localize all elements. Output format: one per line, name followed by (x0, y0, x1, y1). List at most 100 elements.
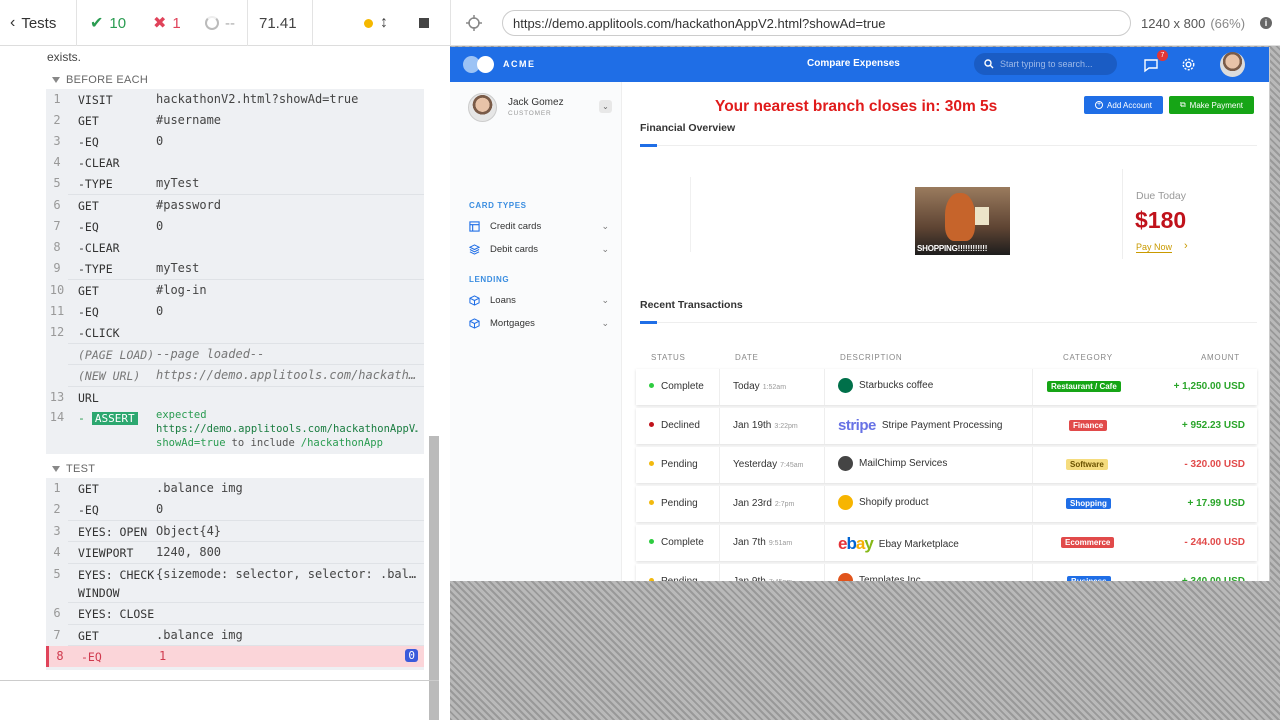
notifications-button[interactable]: 7 (1143, 50, 1168, 78)
command-row[interactable]: 6 EYES: CLOSE (46, 603, 424, 624)
date-cell: Jan 19th 3:22pm (733, 420, 798, 431)
selector-playground-button[interactable] (466, 0, 482, 46)
info-icon[interactable]: i (1260, 0, 1272, 46)
command-row[interactable]: 9 -TYPE myTest (46, 258, 424, 279)
sketch-icon (838, 495, 853, 510)
auto-scroll-icon[interactable]: ↕ (380, 0, 388, 46)
crosshair-icon (466, 15, 482, 31)
command-row[interactable]: 11 -EQ 0 (46, 301, 424, 322)
command-row[interactable]: 10 GET #log-in (46, 280, 424, 301)
command-name: GET (78, 284, 99, 298)
command-row[interactable]: 2 -EQ 0 (46, 499, 424, 520)
command-row[interactable]: 5 -TYPE myTest (46, 173, 424, 194)
command-row[interactable]: 1 VISIT hackathonV2.html?showAd=true (46, 89, 424, 110)
command-row[interactable]: 7 GET .balance img (46, 625, 424, 646)
financial-overview-title: Financial Overview (640, 122, 736, 134)
command-divider (68, 563, 424, 564)
command-divider (68, 386, 424, 387)
sidebar-item-credit-cards[interactable]: Credit cards ⌄ (469, 217, 609, 235)
command-row[interactable]: 3 EYES: OPEN Object{4} (46, 521, 424, 542)
command-arg: #log-in (156, 283, 207, 297)
command-name: EYES: CLOSE (78, 607, 155, 621)
amount-text: - 244.00 USD (1184, 537, 1245, 548)
sidebar-item-loans[interactable]: Loans ⌄ (469, 291, 609, 309)
status-cell: Complete (649, 381, 704, 392)
tests-label: Tests (21, 14, 57, 32)
command-row[interactable]: (NEW URL) https://demo.applitools.com/hac… (46, 365, 424, 386)
search-box[interactable]: Start typing to search... (974, 53, 1117, 75)
before-each-commands: 1 VISIT hackathonV2.html?showAd=true 2 GET #u… (46, 89, 424, 454)
category-badge: Software (1066, 459, 1108, 470)
shopping-bag-icon (975, 207, 989, 225)
layers-icon (469, 243, 480, 255)
description-text: Ebay Marketplace (878, 538, 959, 550)
user-menu-toggle[interactable]: ⌄ (599, 100, 612, 113)
sidebar-item-mortgages[interactable]: Mortgages ⌄ (469, 314, 609, 332)
command-divider (68, 520, 424, 521)
ad-image[interactable]: SHOPPING!!!!!!!!!!!! (915, 187, 1010, 255)
time-text: 7:45am (780, 462, 804, 469)
transaction-row[interactable]: Pending Jan 23rd 2:7pm Shopify product Shopp… (636, 486, 1257, 522)
transaction-row[interactable]: Pending Jan 9th7:45pm Templates Inc Busines… (636, 564, 1257, 581)
date-text: Jan 23rd (733, 498, 772, 509)
app-navbar: ACME Compare Expenses Start typing to se… (450, 47, 1269, 82)
status-dot-icon (649, 383, 654, 388)
command-row[interactable]: 6 GET #password (46, 195, 424, 216)
command-row[interactable]: (PAGE LOAD) --page loaded-- (46, 344, 424, 365)
command-row[interactable]: 8 -EQ 1 0 (46, 646, 424, 667)
templates-icon (838, 573, 853, 581)
date-cell: Today 1:52am (733, 381, 786, 392)
transaction-row[interactable]: Pending Yesterday 7:45am MailChimp Services… (636, 447, 1257, 483)
line-number: 7 (53, 219, 61, 233)
command-arg: 0 (156, 502, 164, 516)
command-row[interactable]: 3 -EQ 0 (46, 131, 424, 152)
transaction-row[interactable]: Complete Today 1:52am Starbucks coffee Resta… (636, 369, 1257, 405)
box-icon (469, 317, 480, 329)
command-row[interactable]: 2 GET #username (46, 110, 424, 131)
stop-button[interactable] (419, 0, 429, 46)
add-account-button[interactable]: + Add Account (1084, 96, 1163, 114)
assert-badge: ASSERT (91, 412, 138, 425)
avatar[interactable] (1220, 52, 1245, 77)
scrollbar[interactable] (429, 436, 439, 720)
make-payment-button[interactable]: ⧉ Make Payment (1169, 96, 1254, 114)
before-each-header[interactable]: BEFORE EACH (52, 74, 148, 86)
sidebar-item-debit-cards[interactable]: Debit cards ⌄ (469, 240, 609, 258)
search-input[interactable]: Start typing to search... (1000, 59, 1093, 69)
command-row[interactable]: 1 GET .balance img (46, 478, 424, 499)
command-arg: https://demo.applitools.com/hackathonApp… (156, 368, 418, 382)
category-badge: Finance (1069, 420, 1108, 431)
command-row[interactable]: 4 VIEWPORT 1240, 800 (46, 542, 424, 563)
category-badge: Business (1067, 576, 1111, 581)
command-arg: Object{4} (156, 524, 222, 538)
description-cell: stripe Stripe Payment Processing (838, 417, 1002, 434)
line-number: 1 (53, 481, 61, 495)
command-row[interactable]: 8 -CLEAR (46, 237, 424, 258)
transaction-row[interactable]: Declined Jan 19th 3:22pm stripe Stripe Payme… (636, 408, 1257, 444)
command-row[interactable]: 14 - ASSERT expected https://demo.applitool… (46, 407, 424, 453)
status-dot-icon (649, 539, 654, 544)
description-cell: MailChimp Services (838, 456, 947, 471)
failed-count: ✖ 1 (153, 14, 181, 33)
command-name: - ASSERT (78, 411, 138, 425)
command-row[interactable]: 7 -EQ 0 (46, 216, 424, 237)
transaction-row[interactable]: Complete Jan 7th 9:51am ebay Ebay Marketplac… (636, 525, 1257, 561)
nav-title[interactable]: Compare Expenses (807, 58, 900, 69)
pay-now-link[interactable]: Pay Now (1136, 242, 1173, 253)
command-row[interactable]: 13 URL (46, 387, 424, 408)
test-header[interactable]: TEST (52, 463, 95, 475)
ad-caption: SHOPPING!!!!!!!!!!!! (917, 244, 988, 253)
settings-button[interactable] (1181, 57, 1196, 77)
tests-button[interactable]: ‹ Tests (10, 0, 56, 46)
command-row[interactable]: WINDOW (46, 582, 424, 603)
command-row[interactable]: 4 -CLEAR (46, 152, 424, 173)
starbucks-icon (838, 378, 853, 393)
command-arg: 1240, 800 (156, 545, 222, 559)
date-cell: Jan 9th7:45pm (733, 576, 792, 581)
date-text: Yesterday (733, 459, 778, 470)
assert-part: /hackathonApp (300, 437, 383, 449)
amount-text: + 17.99 USD (1187, 498, 1245, 509)
branch-countdown: Your nearest branch closes in: 30m 5s (715, 98, 998, 115)
command-row[interactable]: 12 -CLICK (46, 322, 424, 343)
url-bar[interactable]: https://demo.applitools.com/hackathonApp… (502, 10, 1131, 36)
